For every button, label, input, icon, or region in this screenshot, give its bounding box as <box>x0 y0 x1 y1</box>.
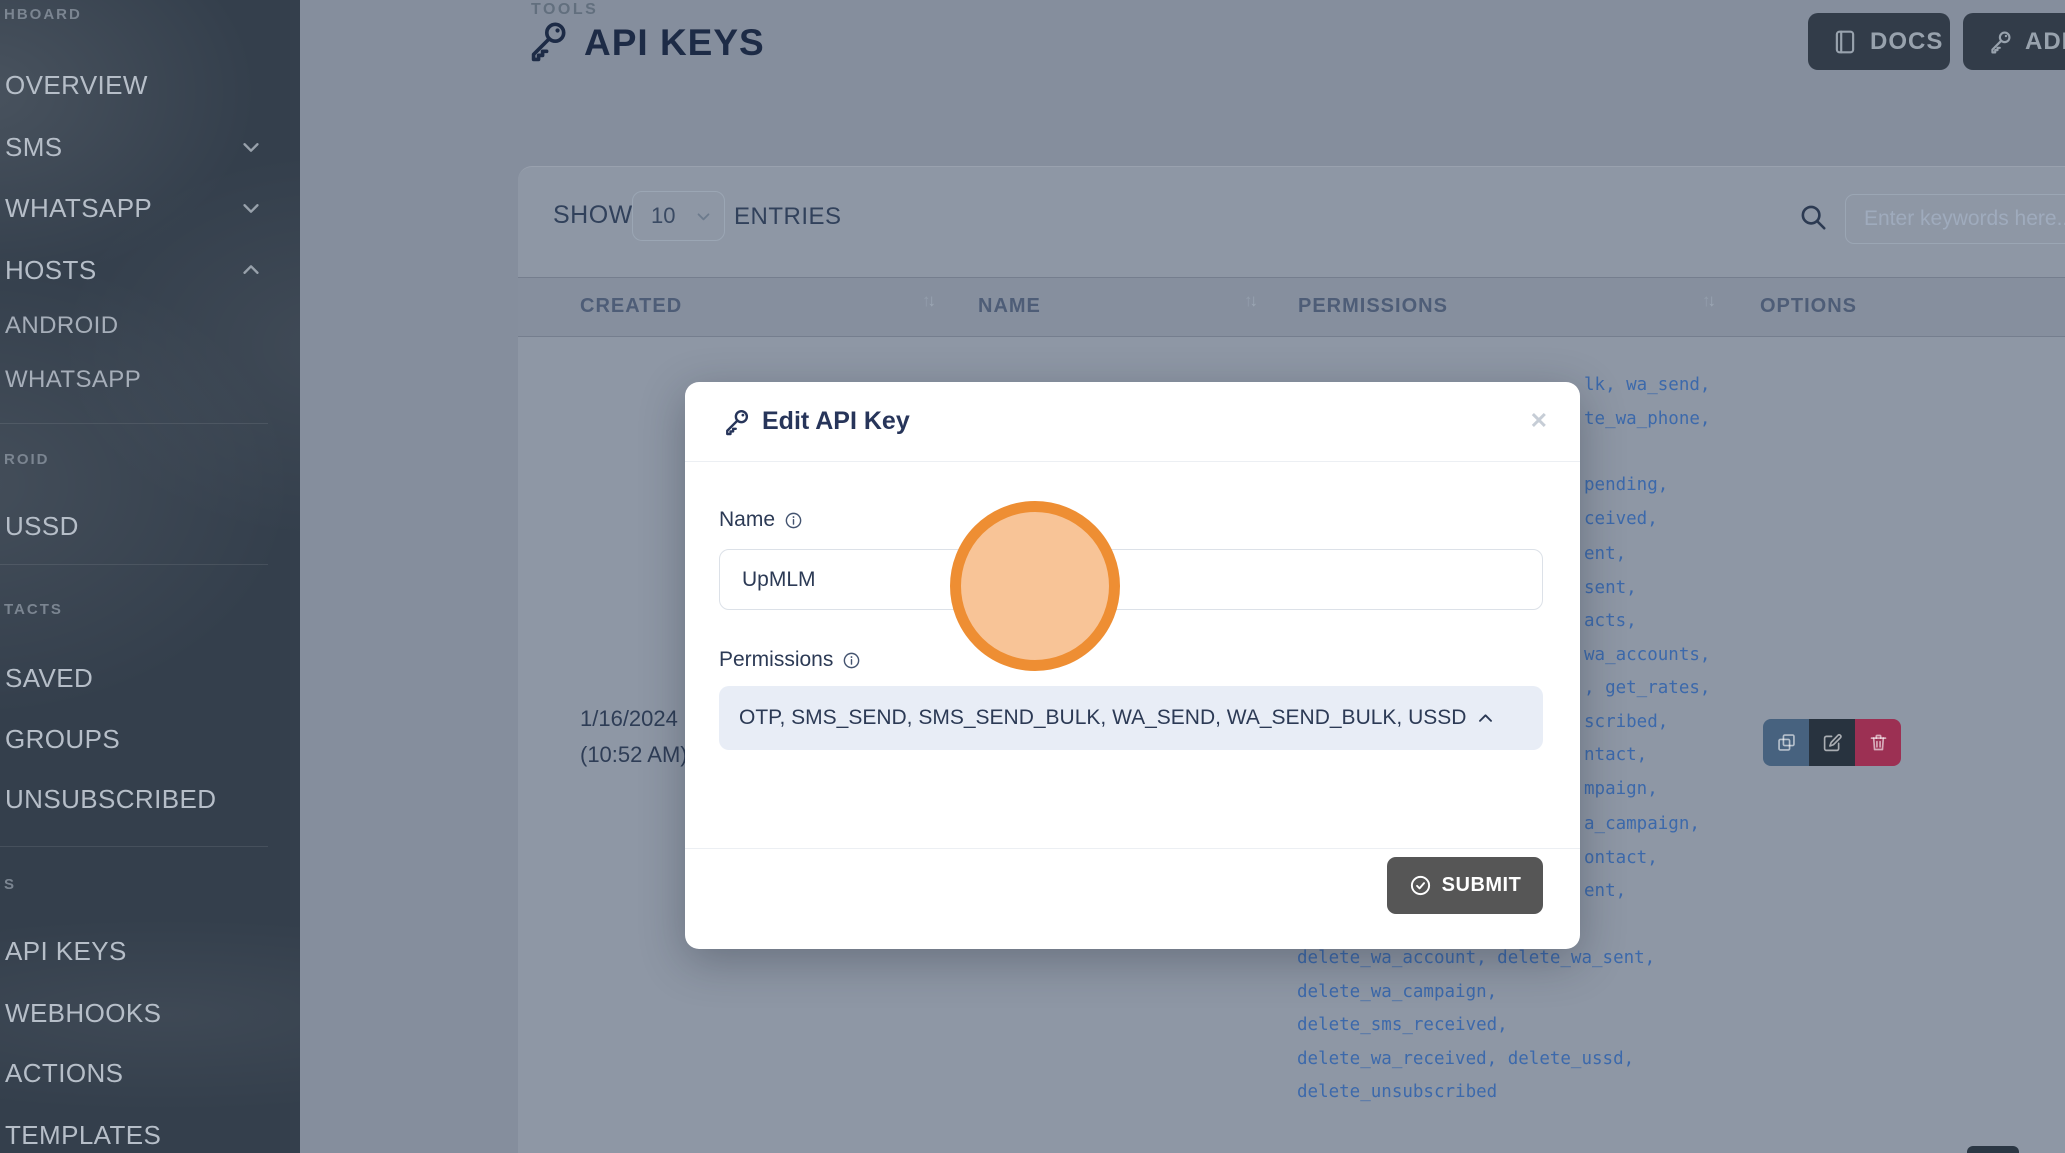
edit-api-key-modal: Edit API Key ✕ Name Permissions OTP, SMS… <box>685 382 1580 949</box>
check-circle-icon <box>1409 874 1432 897</box>
app-root: HBOARD OVERVIEW SMS WHATSAPP HOSTS ANDRO… <box>0 0 2065 1153</box>
permissions-label-text: Permissions <box>719 648 833 672</box>
modal-title: Edit API Key <box>762 407 910 436</box>
name-field-label: Name <box>719 508 803 532</box>
close-icon[interactable]: ✕ <box>1530 408 1548 434</box>
info-icon[interactable] <box>784 511 803 530</box>
permissions-multiselect[interactable]: OTP, SMS_SEND, SMS_SEND_BULK, WA_SEND, W… <box>719 686 1543 750</box>
submit-button-label: SUBMIT <box>1442 874 1522 897</box>
touch-indicator <box>950 501 1120 671</box>
info-icon[interactable] <box>842 651 861 670</box>
modal-footer-divider <box>685 848 1580 849</box>
key-icon <box>721 407 751 437</box>
submit-button[interactable]: SUBMIT <box>1387 857 1543 914</box>
name-input[interactable] <box>719 549 1543 610</box>
permissions-selected-values: OTP, SMS_SEND, SMS_SEND_BULK, WA_SEND, W… <box>739 706 1466 730</box>
chevron-up-icon <box>1476 709 1495 728</box>
name-label-text: Name <box>719 508 775 532</box>
permissions-field-label: Permissions <box>719 648 861 672</box>
